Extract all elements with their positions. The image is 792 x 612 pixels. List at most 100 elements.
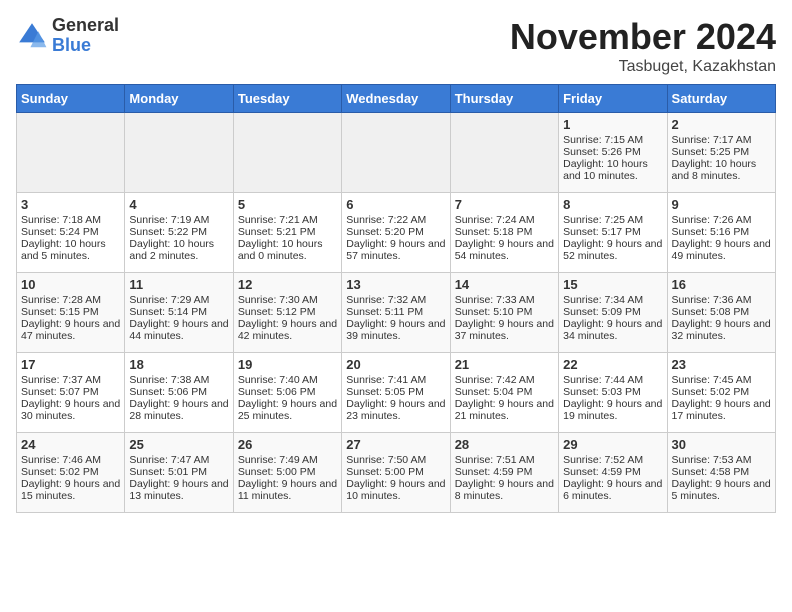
calendar-cell: 7 Sunrise: 7:24 AMSunset: 5:18 PMDaylight…: [450, 193, 558, 273]
day-number: 1: [563, 117, 662, 132]
day-number: 26: [238, 437, 337, 452]
calendar-week-1: 1Sunrise: 7:15 AMSunset: 5:26 PMDaylight…: [17, 113, 776, 193]
day-info: Sunset: 4:58 PM: [672, 466, 771, 478]
day-info: Daylight: 9 hours and 44 minutes.: [129, 318, 228, 342]
day-info: Sunset: 5:22 PM: [129, 226, 228, 238]
calendar-cell: 21Sunrise: 7:42 AMSunset: 5:04 PMDayligh…: [450, 353, 558, 433]
day-info: Sunset: 5:08 PM: [672, 306, 771, 318]
day-info: Sunrise: 7:34 AM: [563, 294, 662, 306]
day-info: Sunrise: 7:53 AM: [672, 454, 771, 466]
calendar-cell: [342, 113, 450, 193]
calendar-cell: 20 Sunrise: 7:41 AMSunset: 5:05 PMDayligh…: [342, 353, 450, 433]
day-info: Daylight: 9 hours and 11 minutes.: [238, 478, 337, 502]
day-info: Sunrise: 7:49 AM: [238, 454, 337, 466]
day-info: Sunset: 5:18 PM: [455, 226, 554, 238]
calendar-cell: 6Sunrise: 7:22 AMSunset: 5:20 PMDaylight…: [342, 193, 450, 273]
day-number: 21: [455, 357, 554, 372]
day-info: Sunrise: 7:15 AM: [563, 134, 662, 146]
calendar-cell: 18Sunrise: 7:38 AMSunset: 5:06 PMDayligh…: [125, 353, 233, 433]
day-number: 4: [129, 197, 228, 212]
day-info: Daylight: 9 hours and 32 minutes.: [672, 318, 771, 342]
calendar-cell: 2Sunrise: 7:17 AMSunset: 5:25 PMDaylight…: [667, 113, 775, 193]
day-info: Sunset: 5:06 PM: [238, 386, 337, 398]
calendar-cell: 29Sunrise: 7:52 AMSunset: 4:59 PMDayligh…: [559, 433, 667, 513]
day-number: 15: [563, 277, 662, 292]
day-number: 20: [346, 357, 445, 372]
day-number: 9: [672, 197, 771, 212]
calendar-cell: [17, 113, 125, 193]
day-info: Sunrise: 7:29 AM: [129, 294, 228, 306]
day-info: Sunset: 5:21 PM: [238, 226, 337, 238]
calendar-cell: 24Sunrise: 7:46 AMSunset: 5:02 PMDayligh…: [17, 433, 125, 513]
day-info: Sunset: 5:17 PM: [563, 226, 662, 238]
day-info: Daylight: 10 hours and 0 minutes.: [238, 238, 337, 262]
day-info: Daylight: 10 hours and 5 minutes.: [21, 238, 120, 262]
day-info: Sunset: 5:00 PM: [346, 466, 445, 478]
calendar-cell: 12Sunrise: 7:30 AMSunset: 5:12 PMDayligh…: [233, 273, 341, 353]
day-info: Sunrise: 7:33 AM: [455, 294, 554, 306]
day-info: Daylight: 9 hours and 13 minutes.: [129, 478, 228, 502]
day-info: Sunrise: 7:41 AM: [346, 374, 445, 386]
header-sunday: Sunday: [17, 85, 125, 113]
day-number: 30: [672, 437, 771, 452]
header-friday: Friday: [559, 85, 667, 113]
calendar-cell: 16Sunrise: 7:36 AMSunset: 5:08 PMDayligh…: [667, 273, 775, 353]
day-number: 19: [238, 357, 337, 372]
calendar-cell: [233, 113, 341, 193]
day-info: Daylight: 9 hours and 34 minutes.: [563, 318, 662, 342]
day-number: 5: [238, 197, 337, 212]
day-info: Sunset: 5:16 PM: [672, 226, 771, 238]
day-info: Sunrise: 7:45 AM: [672, 374, 771, 386]
day-info: Sunrise: 7:37 AM: [21, 374, 120, 386]
header-thursday: Thursday: [450, 85, 558, 113]
logo-general-text: General: [52, 16, 119, 36]
day-info: Sunrise: 7:17 AM: [672, 134, 771, 146]
day-info: Daylight: 9 hours and 15 minutes.: [21, 478, 120, 502]
calendar-cell: 19Sunrise: 7:40 AMSunset: 5:06 PMDayligh…: [233, 353, 341, 433]
day-info: Daylight: 10 hours and 10 minutes.: [563, 158, 662, 182]
day-info: Sunrise: 7:38 AM: [129, 374, 228, 386]
month-title: November 2024: [510, 16, 776, 58]
day-info: Sunset: 5:20 PM: [346, 226, 445, 238]
calendar-cell: [125, 113, 233, 193]
day-info: Sunrise: 7:26 AM: [672, 214, 771, 226]
location-title: Tasbuget, Kazakhstan: [510, 58, 776, 76]
day-info: Daylight: 9 hours and 19 minutes.: [563, 398, 662, 422]
day-info: Sunrise: 7:51 AM: [455, 454, 554, 466]
day-number: 24: [21, 437, 120, 452]
day-number: 25: [129, 437, 228, 452]
day-info: Sunrise: 7:47 AM: [129, 454, 228, 466]
day-info: Sunrise: 7:44 AM: [563, 374, 662, 386]
day-number: 13: [346, 277, 445, 292]
day-info: Sunset: 4:59 PM: [455, 466, 554, 478]
day-info: Daylight: 9 hours and 23 minutes.: [346, 398, 445, 422]
day-number: 23: [672, 357, 771, 372]
day-info: Sunset: 4:59 PM: [563, 466, 662, 478]
day-info: Sunset: 5:24 PM: [21, 226, 120, 238]
calendar-week-4: 17Sunrise: 7:37 AMSunset: 5:07 PMDayligh…: [17, 353, 776, 433]
day-info: Daylight: 9 hours and 54 minutes.: [455, 238, 554, 262]
header-row: Sunday Monday Tuesday Wednesday Thursday…: [17, 85, 776, 113]
day-info: Daylight: 9 hours and 57 minutes.: [346, 238, 445, 262]
calendar-cell: 8Sunrise: 7:25 AMSunset: 5:17 PMDaylight…: [559, 193, 667, 273]
day-info: Sunset: 5:06 PM: [129, 386, 228, 398]
calendar-cell: 15Sunrise: 7:34 AMSunset: 5:09 PMDayligh…: [559, 273, 667, 353]
day-number: 7: [455, 197, 554, 212]
day-info: Daylight: 9 hours and 47 minutes.: [21, 318, 120, 342]
day-number: 17: [21, 357, 120, 372]
day-info: Daylight: 9 hours and 52 minutes.: [563, 238, 662, 262]
day-info: Sunrise: 7:24 AM: [455, 214, 554, 226]
calendar-cell: 13Sunrise: 7:32 AMSunset: 5:11 PMDayligh…: [342, 273, 450, 353]
day-info: Sunset: 5:05 PM: [346, 386, 445, 398]
day-number: 28: [455, 437, 554, 452]
day-info: Daylight: 9 hours and 42 minutes.: [238, 318, 337, 342]
day-info: Sunset: 5:04 PM: [455, 386, 554, 398]
calendar-cell: 22Sunrise: 7:44 AMSunset: 5:03 PMDayligh…: [559, 353, 667, 433]
day-info: Daylight: 9 hours and 30 minutes.: [21, 398, 120, 422]
page-header: General Blue November 2024 Tasbuget, Kaz…: [16, 16, 776, 76]
calendar-cell: 17Sunrise: 7:37 AMSunset: 5:07 PMDayligh…: [17, 353, 125, 433]
day-info: Sunset: 5:14 PM: [129, 306, 228, 318]
day-info: Sunset: 5:02 PM: [672, 386, 771, 398]
calendar-cell: 30Sunrise: 7:53 AMSunset: 4:58 PMDayligh…: [667, 433, 775, 513]
day-info: Sunrise: 7:19 AM: [129, 214, 228, 226]
